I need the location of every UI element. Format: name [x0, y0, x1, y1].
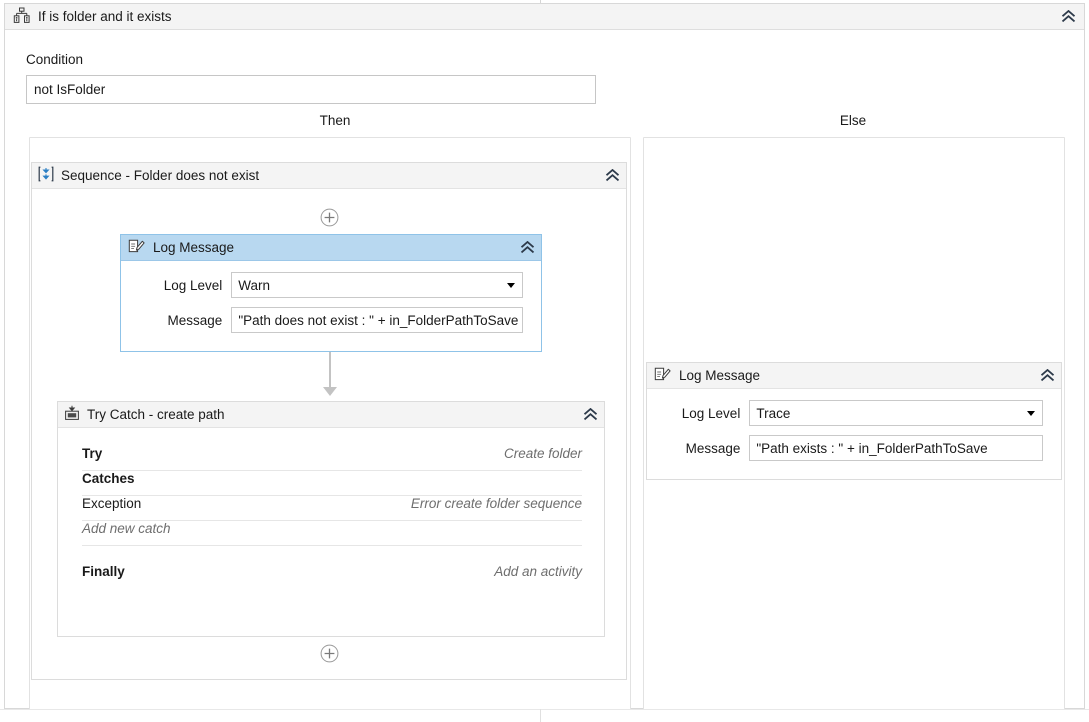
- message-row-then: Message "Path does not exist : " + in_Fo…: [139, 307, 523, 333]
- then-branch-label: Then: [319, 113, 351, 128]
- exception-value: Error create folder sequence: [410, 496, 582, 511]
- add-activity-button-bottom[interactable]: [320, 644, 339, 663]
- exception-label: Exception: [82, 496, 142, 511]
- collapse-chevron-icon[interactable]: [1037, 366, 1057, 386]
- collapse-chevron-icon[interactable]: [517, 238, 537, 258]
- if-activity-header[interactable]: If is folder and it exists: [5, 4, 1084, 30]
- sequence-icon: [38, 166, 54, 185]
- try-catch-body: Try Create folder Catches Exception Erro…: [58, 428, 604, 588]
- log-level-row-then: Log Level Warn: [139, 272, 523, 298]
- collapse-chevron-icon[interactable]: [602, 166, 622, 186]
- try-label: Try: [82, 446, 103, 461]
- try-catch-activity[interactable]: Try Catch - create path Try Create folde…: [57, 401, 605, 637]
- condition-label: Condition: [26, 52, 84, 67]
- log-level-dropdown-then[interactable]: Warn: [231, 272, 523, 298]
- message-label-then: Message: [167, 312, 223, 328]
- sequence-connector-arrow: [323, 387, 337, 396]
- finally-label: Finally: [82, 564, 125, 579]
- try-row[interactable]: Try Create folder: [82, 446, 582, 471]
- else-branch-label: Else: [839, 113, 867, 128]
- canvas-bottom-divider: [0, 709, 1089, 710]
- catches-row: Catches: [82, 471, 582, 496]
- message-row-else: Message "Path exists : " + in_FolderPath…: [665, 435, 1043, 461]
- collapse-chevron-icon[interactable]: [580, 405, 600, 425]
- finally-row[interactable]: Finally Add an activity: [82, 564, 582, 588]
- log-message-body-else: Log Level Trace Message "Path exists : "…: [647, 389, 1061, 461]
- chevron-down-icon: [1027, 411, 1035, 416]
- log-level-label-then: Log Level: [163, 277, 223, 293]
- sequence-title: Sequence - Folder does not exist: [61, 168, 260, 183]
- try-value: Create folder: [503, 446, 582, 461]
- chevron-down-icon: [507, 283, 515, 288]
- add-new-catch-row[interactable]: Add new catch: [82, 521, 582, 546]
- log-message-title-else: Log Message: [679, 368, 761, 383]
- exception-row[interactable]: Exception Error create folder sequence: [82, 496, 582, 521]
- message-input-else[interactable]: "Path exists : " + in_FolderPathToSave: [749, 435, 1043, 461]
- try-catch-header[interactable]: Try Catch - create path: [58, 402, 604, 428]
- finally-value: Add an activity: [494, 564, 582, 579]
- log-message-body-then: Log Level Warn Message "Path does not ex…: [121, 261, 541, 333]
- log-message-header-else[interactable]: Log Message: [647, 363, 1061, 389]
- message-input-then[interactable]: "Path does not exist : " + in_FolderPath…: [231, 307, 523, 333]
- catches-label: Catches: [82, 471, 135, 486]
- condition-input[interactable]: not IsFolder: [26, 75, 596, 104]
- log-level-value-then: Warn: [238, 277, 271, 293]
- log-level-dropdown-else[interactable]: Trace: [749, 400, 1043, 426]
- log-message-title-then: Log Message: [153, 240, 235, 255]
- log-message-icon: [128, 238, 145, 257]
- if-activity-title: If is folder and it exists: [38, 9, 172, 24]
- try-catch-icon: [64, 405, 80, 424]
- if-activity-container: If is folder and it exists Condition not…: [4, 3, 1085, 710]
- log-level-value-else: Trace: [756, 405, 791, 421]
- collapse-chevron-icon[interactable]: [1058, 7, 1078, 27]
- log-message-activity-then[interactable]: Log Message Log Level Warn Message "Path…: [120, 234, 542, 352]
- log-level-label-else: Log Level: [681, 405, 741, 421]
- sequence-header[interactable]: Sequence - Folder does not exist: [32, 163, 626, 189]
- log-message-icon: [654, 366, 671, 385]
- sequence-connector-line: [329, 352, 331, 390]
- message-label-else: Message: [685, 440, 741, 456]
- try-catch-gap: [82, 546, 582, 564]
- add-new-catch-label: Add new catch: [82, 521, 171, 536]
- log-level-row-else: Log Level Trace: [665, 400, 1043, 426]
- try-catch-title: Try Catch - create path: [87, 407, 225, 422]
- canvas-bottom-tick: [540, 709, 541, 722]
- log-message-header-then[interactable]: Log Message: [121, 235, 541, 261]
- log-message-activity-else[interactable]: Log Message Log Level Trace Message "Pat…: [646, 362, 1062, 480]
- add-activity-button-top[interactable]: [320, 208, 339, 227]
- if-branch-icon: [13, 7, 30, 27]
